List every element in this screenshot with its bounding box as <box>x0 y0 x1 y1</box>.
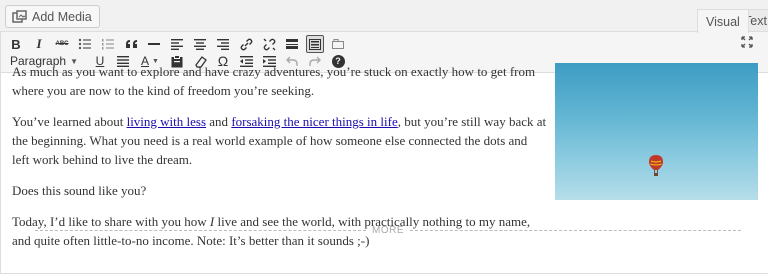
link-icon <box>240 38 252 50</box>
bullet-list-icon <box>78 38 91 50</box>
align-center-icon <box>194 39 206 50</box>
distraction-free-icon <box>332 39 344 49</box>
italic-icon: I <box>36 36 42 51</box>
align-right-icon <box>217 39 229 50</box>
paragraph-2: You’ve learned about living with less an… <box>12 112 547 169</box>
link-forsaking-nicer-things[interactable]: forsaking the nicer things in life <box>231 114 397 129</box>
add-media-label: Add Media <box>32 9 92 24</box>
paragraph-1: As much as you want to explore and have … <box>12 64 536 98</box>
numbered-list-icon <box>102 39 114 50</box>
link-living-with-less[interactable]: living with less <box>127 114 206 129</box>
blockquote-icon <box>125 40 137 48</box>
paragraph-3: Does this sound like you? <box>12 183 147 198</box>
more-label: MORE <box>372 224 404 236</box>
unlink-icon <box>263 38 275 50</box>
horizontal-line-icon <box>148 43 160 45</box>
media-icon <box>12 9 27 24</box>
more-line-right <box>410 229 741 231</box>
bold-icon: B <box>11 36 21 52</box>
paragraph-2-text-b: and <box>206 114 232 129</box>
more-line-left <box>35 229 366 231</box>
tab-visual[interactable]: Visual <box>697 9 749 33</box>
paragraph-2-text-a: You’ve learned about <box>12 114 127 129</box>
align-left-icon <box>171 39 183 50</box>
more-separator: MORE <box>35 223 741 237</box>
hot-air-balloon-image[interactable] <box>555 63 758 200</box>
add-media-button[interactable]: Add Media <box>5 5 100 28</box>
hot-air-balloon-icon <box>649 155 663 176</box>
expand-icon <box>741 36 753 48</box>
toolbar-toggle-icon <box>309 38 321 50</box>
expand-toolbar-button[interactable] <box>740 35 758 53</box>
strikethrough-icon: ABC <box>55 41 69 47</box>
read-more-icon <box>286 39 298 49</box>
